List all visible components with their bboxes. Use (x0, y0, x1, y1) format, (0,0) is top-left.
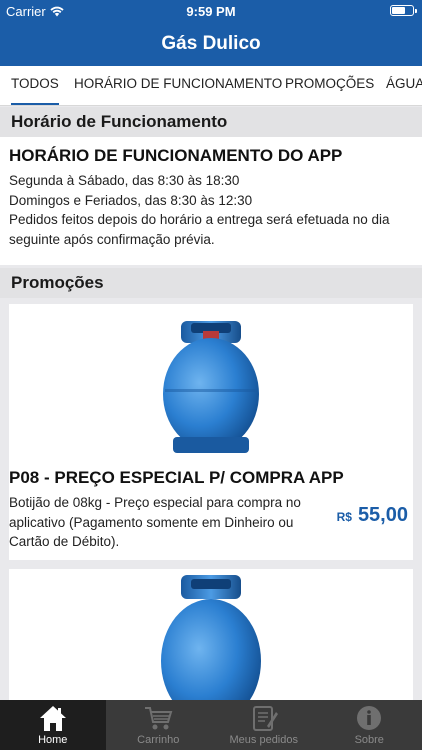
tabbar-cart[interactable]: Carrinho (106, 700, 212, 750)
product-card[interactable] (9, 569, 413, 709)
product-description: Botijão de 08kg - Preço especial para co… (9, 495, 301, 549)
tabbar-home[interactable]: Home (0, 700, 106, 750)
battery-icon (390, 5, 417, 16)
tab-agua[interactable]: ÁGUA (386, 66, 422, 105)
hours-title: HORÁRIO DE FUNCIONAMENTO DO APP (9, 146, 343, 165)
tabbar-cart-label: Carrinho (137, 734, 180, 746)
product-title: P08 - PREÇO ESPECIAL P/ COMPRA APP (9, 468, 344, 487)
product-image (9, 304, 413, 464)
page-title: Gás Dulico (161, 33, 261, 54)
tabbar-home-label: Home (38, 734, 68, 746)
info-icon (357, 706, 382, 730)
tab-horario[interactable]: HORÁRIO DE FUNCIONAMENTO (74, 66, 282, 105)
status-time: 9:59 PM (186, 4, 236, 19)
section-header-hours: Horário de Funcionamento (0, 107, 422, 137)
app-header: Carrier 9:59 PM Gás Dulico (0, 0, 422, 66)
tabbar-about[interactable]: Sobre (317, 700, 422, 750)
bottom-tab-bar: Home Carrinho Meus pedidos Sobre (0, 700, 422, 750)
product-price: R$ 55,00 (337, 504, 408, 527)
tab-promocoes[interactable]: PROMOÇÕES (285, 66, 374, 105)
home-icon (39, 706, 66, 731)
hours-note: Pedidos feitos depois do horário a entre… (9, 212, 390, 247)
cart-icon (145, 707, 173, 730)
hours-card: HORÁRIO DE FUNCIONAMENTO DO APP Segunda … (0, 137, 422, 265)
tabbar-orders[interactable]: Meus pedidos (211, 700, 317, 750)
product-image (9, 569, 413, 709)
status-bar: Carrier 9:59 PM (0, 0, 422, 22)
price-currency: R$ (336, 510, 352, 524)
tab-todos[interactable]: TODOS (11, 66, 59, 105)
hours-sundays: Domingos e Feriados, das 8:30 às 12:30 (9, 192, 253, 208)
tabbar-about-label: Sobre (354, 734, 384, 746)
section-header-promos: Promoções (0, 268, 422, 298)
hours-weekdays: Segunda à Sábado, das 8:30 às 18:30 (9, 173, 240, 188)
tabbar-orders-label: Meus pedidos (229, 734, 299, 746)
price-value: 55,00 (357, 504, 408, 526)
orders-icon (252, 706, 278, 731)
category-tabs: TODOS HORÁRIO DE FUNCIONAMENTO PROMOÇÕES… (0, 66, 422, 106)
product-card[interactable]: P08 - PREÇO ESPECIAL P/ COMPRA APP Botij… (9, 304, 413, 560)
